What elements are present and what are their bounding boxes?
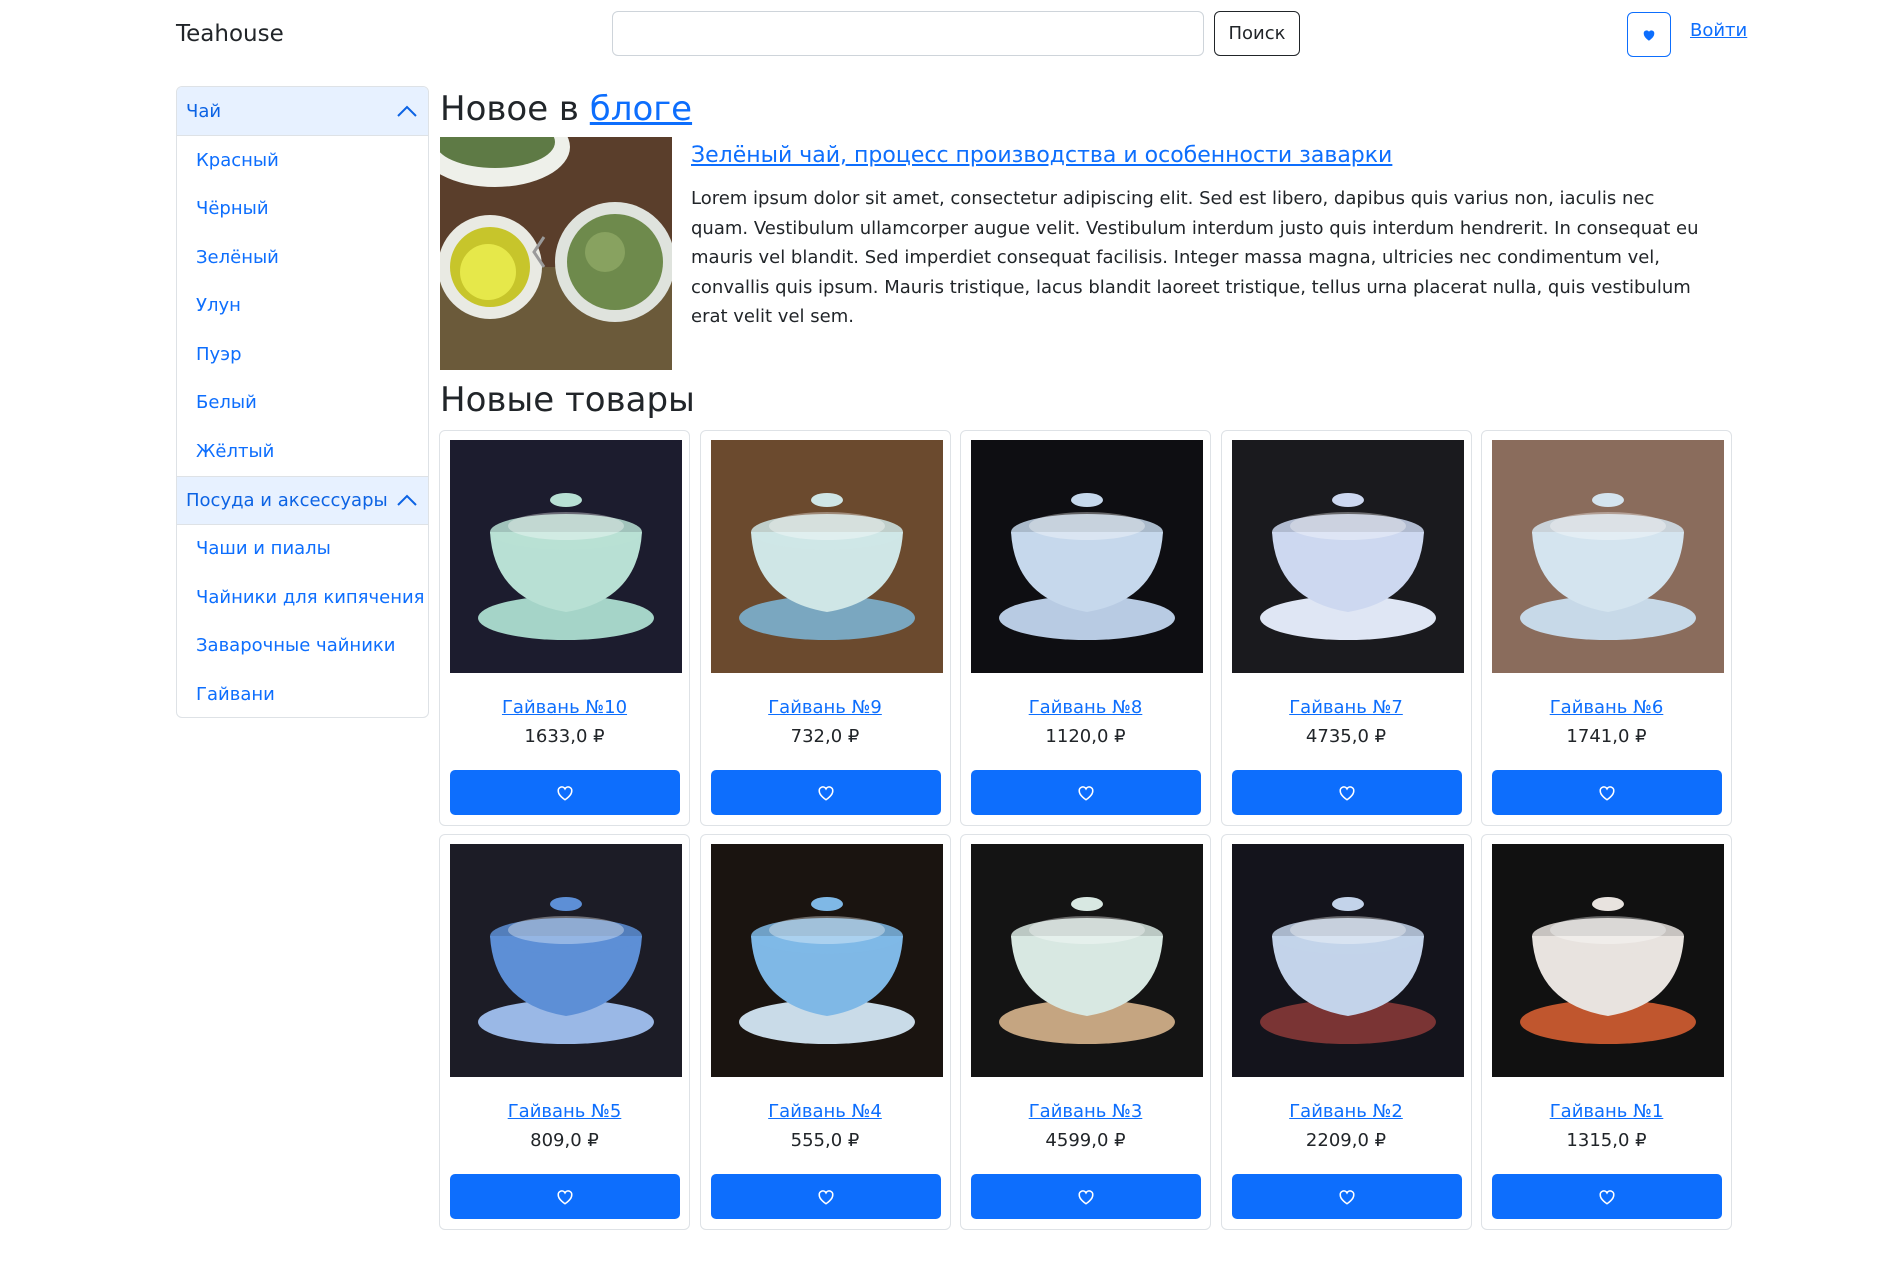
blog-post-image[interactable]	[440, 137, 672, 370]
product-title[interactable]: Гайвань №1	[1482, 1101, 1731, 1122]
product-price: 1633,0 ₽	[524, 726, 605, 747]
products-heading: Новые товары	[440, 380, 695, 420]
accordion-header-label: Посуда и аксессуары	[186, 489, 388, 511]
product-card: Гайвань №8 1120,0 ₽	[960, 430, 1211, 826]
product-card: Гайвань №1 1315,0 ₽	[1481, 834, 1732, 1230]
product-image[interactable]	[1231, 844, 1464, 1077]
product-title[interactable]: Гайвань №3	[961, 1101, 1210, 1122]
product-image[interactable]	[1492, 440, 1724, 673]
blog-heading-text: Новое в	[440, 89, 590, 129]
product-card: Гайвань №6 1741,0 ₽	[1481, 430, 1732, 826]
add-to-favorites-button[interactable]	[971, 1174, 1201, 1219]
sidebar-item-red[interactable]: Красный	[177, 136, 428, 185]
blog-link[interactable]: блоге	[590, 89, 692, 129]
product-title[interactable]: Гайвань №2	[1222, 1101, 1471, 1122]
add-to-favorites-button[interactable]	[1492, 1174, 1722, 1219]
product-card: Гайвань №5 809,0 ₽	[439, 834, 690, 1230]
sidebar-item-bowls[interactable]: Чаши и пиалы	[177, 525, 428, 574]
product-image[interactable]	[710, 844, 943, 1077]
heart-outline-icon	[1078, 785, 1094, 801]
product-title[interactable]: Гайвань №4	[701, 1101, 950, 1122]
product-card: Гайвань №7 4735,0 ₽	[1220, 430, 1472, 826]
search-button[interactable]: Поиск	[1214, 11, 1300, 56]
heart-outline-icon	[557, 785, 573, 801]
add-to-favorites-button[interactable]	[1231, 770, 1462, 815]
blog-post-excerpt: Lorem ipsum dolor sit amet, consectetur …	[691, 188, 1699, 327]
add-to-favorites-button[interactable]	[971, 770, 1201, 815]
sidebar-item-white[interactable]: Белый	[177, 379, 428, 428]
heart-outline-icon	[557, 1189, 573, 1205]
product-image[interactable]	[971, 440, 1203, 673]
product-price: 1315,0 ₽	[1566, 1130, 1647, 1151]
product-price: 4599,0 ₽	[1045, 1130, 1126, 1151]
product-title[interactable]: Гайвань №8	[961, 697, 1210, 718]
heart-outline-icon	[1078, 1189, 1094, 1205]
accordion-header-label: Чай	[186, 100, 222, 122]
product-title[interactable]: Гайвань №5	[440, 1101, 689, 1122]
sidebar-item-gaiwans[interactable]: Гайвани	[177, 670, 428, 717]
blog-post-title[interactable]: Зелёный чай, процесс производства и особ…	[691, 143, 1392, 168]
product-price: 4735,0 ₽	[1305, 726, 1387, 747]
add-to-favorites-button[interactable]	[450, 1174, 680, 1219]
brand-logo[interactable]: Teahouse	[176, 21, 284, 47]
add-to-favorites-button[interactable]	[1492, 770, 1722, 815]
product-image[interactable]	[710, 440, 943, 673]
sidebar-item-yellow[interactable]: Жёлтый	[177, 427, 428, 476]
add-to-favorites-button[interactable]	[1231, 1174, 1462, 1219]
chevron-up-icon	[397, 105, 417, 117]
product-image[interactable]	[971, 844, 1203, 1077]
login-link[interactable]: Войти	[1690, 20, 1747, 41]
product-card: Гайвань №4 555,0 ₽	[699, 834, 951, 1230]
product-price: 809,0 ₽	[530, 1130, 599, 1151]
heart-outline-icon	[1599, 785, 1615, 801]
search-input[interactable]	[612, 11, 1204, 56]
sidebar-item-puer[interactable]: Пуэр	[177, 330, 428, 379]
product-title[interactable]: Гайвань №10	[440, 697, 689, 718]
sidebar-item-kettles[interactable]: Чайники для кипячения	[177, 573, 428, 622]
product-price: 1120,0 ₽	[1045, 726, 1126, 747]
product-image[interactable]	[450, 440, 682, 673]
product-price: 732,0 ₽	[790, 726, 860, 747]
heart-outline-icon	[1338, 785, 1355, 801]
heart-outline-icon	[817, 1189, 834, 1205]
heart-outline-icon	[1338, 1189, 1355, 1205]
product-title[interactable]: Гайвань №6	[1482, 697, 1731, 718]
sidebar-item-green[interactable]: Зелёный	[177, 233, 428, 282]
product-title[interactable]: Гайвань №9	[701, 697, 950, 718]
product-image[interactable]	[1231, 440, 1464, 673]
sidebar-item-black[interactable]: Чёрный	[177, 185, 428, 234]
add-to-favorites-button[interactable]	[450, 770, 680, 815]
chevron-up-icon	[397, 494, 417, 506]
accordion-header-tea[interactable]: Чай	[177, 87, 428, 136]
sidebar-item-oolong[interactable]: Улун	[177, 282, 428, 331]
product-card: Гайвань №3 4599,0 ₽	[960, 834, 1211, 1230]
product-card: Гайвань №9 732,0 ₽	[699, 430, 951, 826]
product-price: 555,0 ₽	[790, 1130, 860, 1151]
add-to-favorites-button[interactable]	[710, 770, 941, 815]
sidebar-item-teapots[interactable]: Заварочные чайники	[177, 622, 428, 671]
product-card: Гайвань №10 1633,0 ₽	[439, 430, 690, 826]
product-price: 2209,0 ₽	[1305, 1130, 1387, 1151]
favorites-button[interactable]	[1627, 12, 1671, 57]
add-to-favorites-button[interactable]	[710, 1174, 941, 1219]
heart-outline-icon	[817, 785, 834, 801]
category-accordion: Чай Красный Чёрный Зелёный Улун Пуэр Бел…	[176, 86, 429, 718]
accordion-header-teaware[interactable]: Посуда и аксессуары	[177, 475, 428, 525]
product-card: Гайвань №2 2209,0 ₽	[1220, 834, 1472, 1230]
heart-fill-icon	[1643, 29, 1655, 41]
heart-outline-icon	[1599, 1189, 1615, 1205]
product-title[interactable]: Гайвань №7	[1222, 697, 1471, 718]
blog-heading: Новое в блоге	[440, 89, 692, 129]
product-price: 1741,0 ₽	[1566, 726, 1647, 747]
product-image[interactable]	[450, 844, 682, 1077]
product-image[interactable]	[1492, 844, 1724, 1077]
